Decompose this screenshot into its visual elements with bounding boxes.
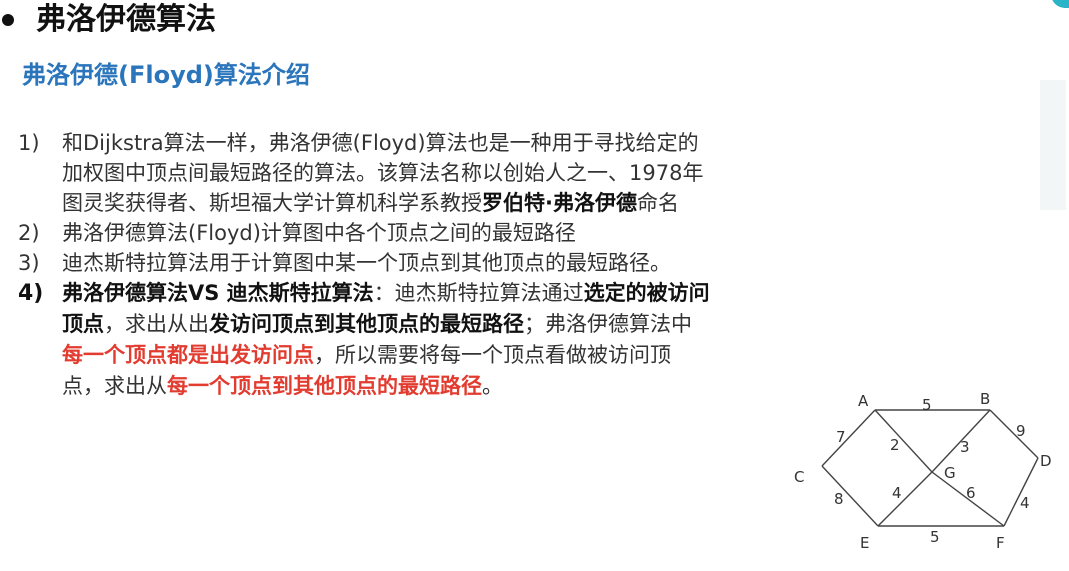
text-span: ；弗洛伊德算法中 xyxy=(524,312,692,336)
node-label-D: D xyxy=(1040,452,1052,470)
content-list: 1) 和Dijkstra算法一样，弗洛伊德(Floyd)算法也是一种用于寻找给定… xyxy=(18,128,738,402)
text-span: 。 xyxy=(482,374,503,398)
edge-weight-label: 5 xyxy=(930,528,940,546)
item-number: 2) xyxy=(18,221,40,245)
graph-edge-C-E xyxy=(821,465,879,527)
item-number: 4) xyxy=(18,281,44,306)
edge-weight-label: 2 xyxy=(890,436,900,454)
text-span: 弗洛伊德算法(Floyd)计算图中各个顶点之间的最短路径 xyxy=(62,221,576,245)
item-number: 1) xyxy=(18,131,40,155)
text-span-red: 每一个顶点到其他顶点的最短路径 xyxy=(167,374,482,398)
faint-side-bar xyxy=(1040,80,1066,210)
text-span-bold: 弗洛伊德算法VS 迪杰斯特拉算法 xyxy=(62,281,374,305)
item-text: 弗洛伊德算法(Floyd)计算图中各个顶点之间的最短路径 xyxy=(62,218,712,248)
edge-weight-label: 9 xyxy=(1016,422,1026,440)
list-item-4: 4) 弗洛伊德算法VS 迪杰斯特拉算法：迪杰斯特拉算法通过选定的被访问顶点，求出… xyxy=(18,278,738,402)
graph-edge-A-G xyxy=(874,409,933,473)
edge-weight-label: 4 xyxy=(892,484,902,502)
list-item-3: 3) 迪杰斯特拉算法用于计算图中某一个顶点到其他顶点的最短路径。 xyxy=(18,248,738,278)
text-span-red: 每一个顶点都是出发访问点 xyxy=(62,343,314,367)
edge-weight-label: 8 xyxy=(834,490,844,508)
list-item-1: 1) 和Dijkstra算法一样，弗洛伊德(Floyd)算法也是一种用于寻找给定… xyxy=(18,128,738,218)
edge-weight-label: 3 xyxy=(960,438,970,456)
text-span-bold: 发访问顶点到其他顶点的最短路径 xyxy=(209,312,524,336)
node-label-F: F xyxy=(996,534,1005,552)
node-label-C: C xyxy=(794,468,804,486)
text-span: 迪杰斯特拉算法用于计算图中某一个顶点到其他顶点的最短路径。 xyxy=(62,251,671,275)
node-label-G: G xyxy=(944,464,956,482)
page-title: 弗洛伊德算法 xyxy=(36,2,216,37)
node-label-B: B xyxy=(980,390,990,408)
corner-accent xyxy=(1051,0,1069,8)
section-subtitle: 弗洛伊德(Floyd)算法介绍 xyxy=(22,61,310,89)
item-number: 3) xyxy=(18,251,40,275)
graph-edge-A-C xyxy=(821,409,876,467)
text-span: 命名 xyxy=(636,191,679,215)
title-bullet xyxy=(2,14,14,26)
item-text: 弗洛伊德算法VS 迪杰斯特拉算法：迪杰斯特拉算法通过选定的被访问顶点，求出从出发… xyxy=(62,278,712,402)
item-text: 迪杰斯特拉算法用于计算图中某一个顶点到其他顶点的最短路径。 xyxy=(62,248,712,278)
graph-edge-E-G xyxy=(877,471,933,527)
edge-weight-label: 6 xyxy=(966,484,976,502)
item-text: 和Dijkstra算法一样，弗洛伊德(Floyd)算法也是一种用于寻找给定的加权… xyxy=(62,128,712,218)
node-label-A: A xyxy=(858,392,869,410)
edge-weight-label: 4 xyxy=(1020,494,1030,512)
graph-edge-B-D xyxy=(989,409,1039,459)
node-label-E: E xyxy=(860,534,869,552)
text-span-bold: 罗伯特·弗洛伊德 xyxy=(482,191,637,215)
text-span: ，求出从出 xyxy=(104,312,209,336)
text-span: ：迪杰斯特拉算法通过 xyxy=(373,281,584,305)
edge-weight-label: 7 xyxy=(836,428,846,446)
list-item-2: 2) 弗洛伊德算法(Floyd)计算图中各个顶点之间的最短路径 xyxy=(18,218,738,248)
graph-edge-D-F xyxy=(1003,457,1039,527)
edge-weight-label: 5 xyxy=(922,396,932,414)
weighted-graph-diagram: 5 7 2 3 9 8 4 6 4 5 A B C D E F G xyxy=(794,390,1052,552)
